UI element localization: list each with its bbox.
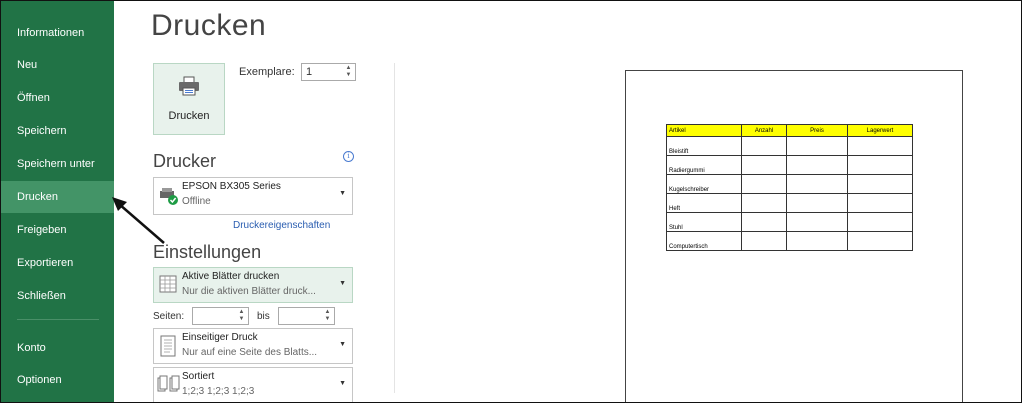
nav-oeffnen[interactable]: Öffnen xyxy=(1,82,114,114)
nav-informationen[interactable]: Informationen xyxy=(1,17,114,49)
printer-properties-link[interactable]: Druckereigenschaften xyxy=(233,220,330,231)
print-preview-page: Artikel Anzahl Preis Lagerwert Bleistift… xyxy=(625,70,963,402)
preview-header-cell: Lagerwert xyxy=(847,124,913,137)
nav-drucken[interactable]: Drucken xyxy=(1,181,114,213)
printer-name: EPSON BX305 Series xyxy=(182,181,281,192)
printer-icon xyxy=(179,76,199,96)
nav-konto[interactable]: Konto xyxy=(1,332,114,364)
copies-value: 1 xyxy=(306,66,313,78)
printer-status: Offline xyxy=(182,196,211,207)
nav-exportieren[interactable]: Exportieren xyxy=(1,247,114,279)
pages-from-spinner[interactable]: ▲ ▼ xyxy=(237,309,246,323)
print-button[interactable]: Drucken xyxy=(153,63,225,135)
printer-section-title: Drucker xyxy=(153,151,217,171)
backstage-sidebar: Informationen Neu Öffnen Speichern Speic… xyxy=(1,1,114,402)
print-what-dropdown[interactable]: Aktive Blätter drucken Nur die aktiven B… xyxy=(153,267,353,303)
copies-input[interactable]: 1 ▲ ▼ xyxy=(301,63,356,81)
duplex-subtitle: Nur auf eine Seite des Blatts... xyxy=(182,347,318,358)
nav-separator xyxy=(17,319,99,320)
preview-header-row: Artikel Anzahl Preis Lagerwert xyxy=(666,124,913,137)
annotation-arrow xyxy=(112,197,165,244)
pages-label: Seiten: xyxy=(153,311,185,322)
chevron-down-icon: ▼ xyxy=(339,190,346,197)
info-icon[interactable]: i xyxy=(343,151,354,162)
copies-spinner[interactable]: ▲ ▼ xyxy=(344,65,353,79)
backstage-window: Informationen Neu Öffnen Speichern Speic… xyxy=(0,0,1022,403)
chevron-down-icon: ▼ xyxy=(339,380,346,387)
collation-title: Sortiert xyxy=(182,371,215,382)
settings-section-title: Einstellungen xyxy=(153,242,262,262)
table-row: Computertisch xyxy=(666,231,913,251)
printer-dropdown[interactable]: EPSON BX305 Series Offline ▼ xyxy=(153,177,353,215)
pages-from-input[interactable]: ▲ ▼ xyxy=(192,307,249,325)
print-button-label: Drucken xyxy=(168,110,210,122)
print-what-title: Aktive Blätter drucken xyxy=(182,271,280,282)
preview-cell: Heft xyxy=(666,193,742,213)
page-title: Drucken xyxy=(151,9,267,42)
chevron-down-icon: ▼ xyxy=(339,280,346,287)
collation-dropdown[interactable]: Sortiert 1;2;3 1;2;3 1;2;3 ▼ xyxy=(153,367,353,402)
pages-to-input[interactable]: ▲ ▼ xyxy=(278,307,335,325)
sheet-grid-icon xyxy=(159,275,177,293)
preview-header-cell: Anzahl xyxy=(741,124,787,137)
pages-to-label: bis xyxy=(257,311,270,322)
preview-cell: Computertisch xyxy=(666,231,742,251)
table-row: Radiergummi xyxy=(666,155,913,175)
preview-cell: Kugelschreiber xyxy=(666,174,742,194)
nav-freigeben[interactable]: Freigeben xyxy=(1,214,114,246)
table-row: Stuhl xyxy=(666,212,913,232)
table-row: Bleistift xyxy=(666,136,913,156)
print-what-subtitle: Nur die aktiven Blätter druck... xyxy=(182,286,316,297)
table-row: Heft xyxy=(666,193,913,213)
nav-schliessen[interactable]: Schließen xyxy=(1,280,114,312)
panel-divider xyxy=(394,63,395,393)
collation-subtitle: 1;2;3 1;2;3 1;2;3 xyxy=(182,386,255,397)
nav-optionen[interactable]: Optionen xyxy=(1,364,114,396)
nav-speichern-unter[interactable]: Speichern unter xyxy=(1,148,114,180)
preview-table: Artikel Anzahl Preis Lagerwert Bleistift… xyxy=(666,124,913,251)
collated-icon xyxy=(157,375,180,392)
pages-to-spinner[interactable]: ▲ ▼ xyxy=(323,309,332,323)
preview-header-cell: Preis xyxy=(786,124,848,137)
table-row: Kugelschreiber xyxy=(666,174,913,194)
preview-header-cell: Artikel xyxy=(666,124,742,137)
nav-speichern[interactable]: Speichern xyxy=(1,115,114,147)
duplex-title: Einseitiger Druck xyxy=(182,332,258,343)
nav-neu[interactable]: Neu xyxy=(1,49,114,81)
duplex-dropdown[interactable]: Einseitiger Druck Nur auf eine Seite des… xyxy=(153,328,353,364)
preview-cell: Radiergummi xyxy=(666,155,742,175)
chevron-down-icon: ▼ xyxy=(339,341,346,348)
preview-cell: Bleistift xyxy=(666,136,742,156)
single-sided-icon xyxy=(160,335,176,357)
preview-cell: Stuhl xyxy=(666,212,742,232)
copies-label: Exemplare: xyxy=(239,66,295,78)
